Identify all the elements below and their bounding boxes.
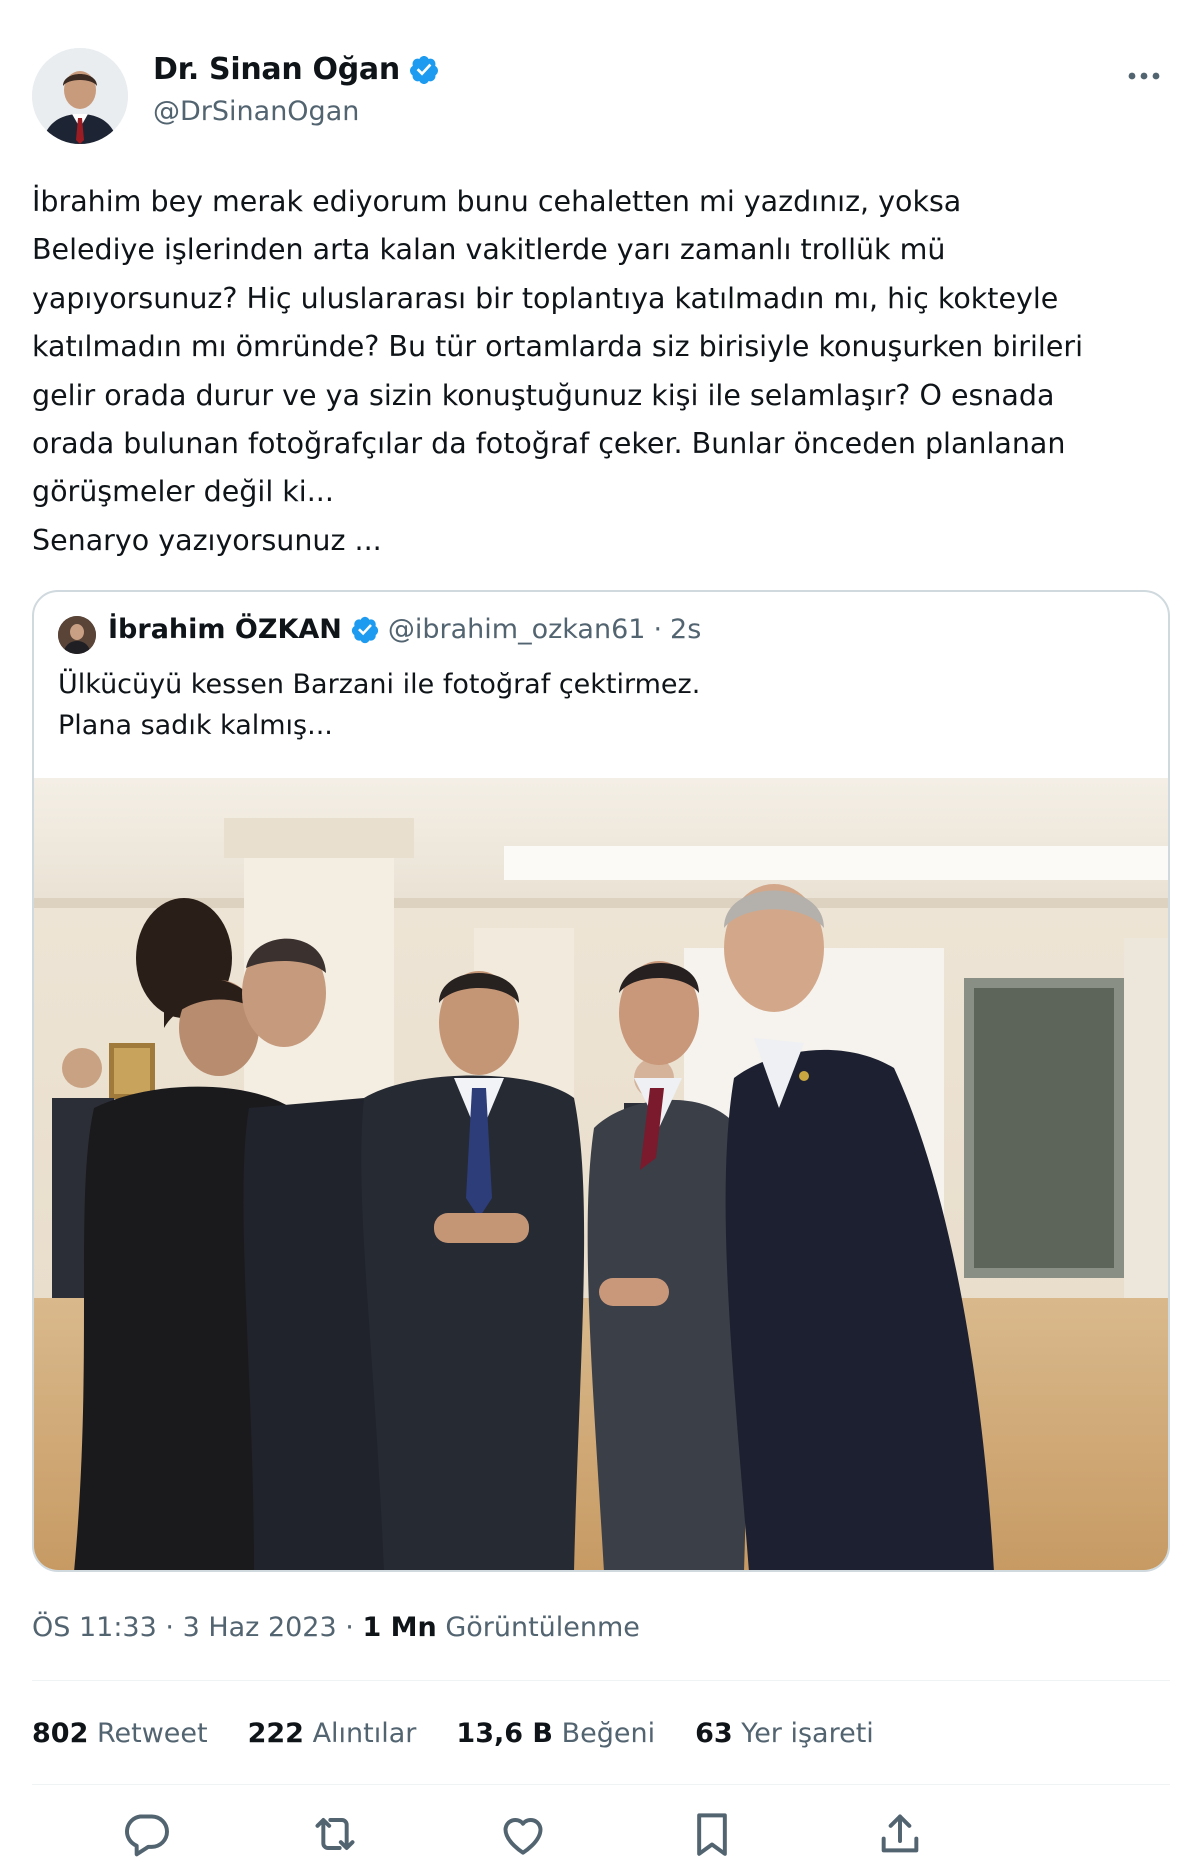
tweet-text-line: orada bulunan fotoğrafçılar da fotoğraf … [32, 427, 1066, 461]
stat-quotes[interactable]: 222 Alıntılar [248, 1718, 417, 1749]
engagement-stats: 802 Retweet 222 Alıntılar 13,6 B Beğeni … [32, 1718, 874, 1749]
quoted-timestamp[interactable]: 2s [670, 614, 701, 645]
tweet-text-line: katılmadın mı ömründe? Bu tür ortamlarda… [32, 330, 1084, 364]
stat-label: Retweet [96, 1718, 208, 1749]
quoted-text-line: Plana sadık kalmış... [58, 710, 333, 741]
more-horizontal-icon[interactable] [1122, 60, 1166, 92]
views-count: 1 Mn [362, 1612, 437, 1643]
stat-label: Yer işareti [741, 1718, 874, 1749]
quoted-header: İbrahim ÖZKAN @ibrahim_ozkan61 · 2s [108, 614, 701, 645]
verified-badge-icon [350, 615, 380, 645]
quoted-handle[interactable]: @ibrahim_ozkan61 [388, 614, 646, 645]
heart-icon[interactable] [495, 1806, 551, 1862]
quoted-author-avatar[interactable] [58, 616, 96, 654]
tweet-text-line: Belediye işlerinden arta kalan vakitlerd… [32, 233, 946, 267]
stat-count: 13,6 B [456, 1718, 554, 1749]
tweet-meta: ÖS 11:33 · 3 Haz 2023 · 1 Mn Görüntülenm… [32, 1612, 640, 1643]
author-name-row: Dr. Sinan Oğan [153, 52, 440, 87]
separator-dot: · [165, 1612, 174, 1643]
stat-count: 63 [695, 1718, 733, 1749]
retweet-icon[interactable] [307, 1806, 363, 1862]
bookmark-icon[interactable] [684, 1806, 740, 1862]
quoted-text: Ülkücüyü kessen Barzani ile fotoğraf çek… [58, 664, 700, 746]
action-bar [0, 1806, 1200, 1866]
stat-label: Beğeni [561, 1718, 656, 1749]
author-avatar[interactable] [32, 48, 128, 144]
tweet-text: İbrahim bey merak ediyorum bunu cehalett… [32, 178, 1172, 565]
separator-dot: · [345, 1612, 354, 1643]
quoted-display-name[interactable]: İbrahim ÖZKAN [108, 614, 342, 645]
separator-dot: · [653, 614, 663, 645]
stat-count: 222 [247, 1718, 304, 1749]
tweet-text-line: gelir orada durur ve ya sizin konuştuğun… [32, 378, 1055, 412]
author-handle[interactable]: @DrSinanOgan [153, 96, 359, 127]
stat-likes[interactable]: 13,6 B Beğeni [456, 1718, 655, 1749]
quoted-tweet-card[interactable]: İbrahim ÖZKAN @ibrahim_ozkan61 · 2s Ülkü… [32, 590, 1170, 1572]
author-display-name[interactable]: Dr. Sinan Oğan [153, 52, 400, 87]
tweet-text-line: Senaryo yazıyorsunuz ... [32, 523, 382, 557]
tweet-text-line: İbrahim bey merak ediyorum bunu cehalett… [32, 185, 962, 218]
quoted-text-line: Ülkücüyü kessen Barzani ile fotoğraf çek… [58, 669, 701, 700]
stat-bookmarks[interactable]: 63 Yer işareti [695, 1718, 874, 1749]
share-icon[interactable] [872, 1806, 928, 1862]
stat-count: 802 [32, 1718, 89, 1749]
views-label: Görüntülenme [445, 1612, 640, 1643]
stat-retweets[interactable]: 802 Retweet [32, 1718, 208, 1749]
tweet: Dr. Sinan Oğan @DrSinanOgan İbrahim bey … [0, 0, 1200, 1875]
tweet-text-line: görüşmeler değil ki... [32, 475, 334, 509]
tweet-time[interactable]: ÖS 11:33 [32, 1612, 157, 1643]
verified-badge-icon [408, 54, 440, 86]
divider [32, 1680, 1170, 1681]
tweet-date[interactable]: 3 Haz 2023 [183, 1612, 337, 1643]
stat-label: Alıntılar [312, 1718, 417, 1749]
reply-icon[interactable] [118, 1806, 174, 1862]
divider [32, 1784, 1170, 1785]
quoted-tweet-photo[interactable] [34, 778, 1168, 1570]
tweet-text-line: yapıyorsunuz? Hiç uluslararası bir topla… [32, 281, 1059, 315]
